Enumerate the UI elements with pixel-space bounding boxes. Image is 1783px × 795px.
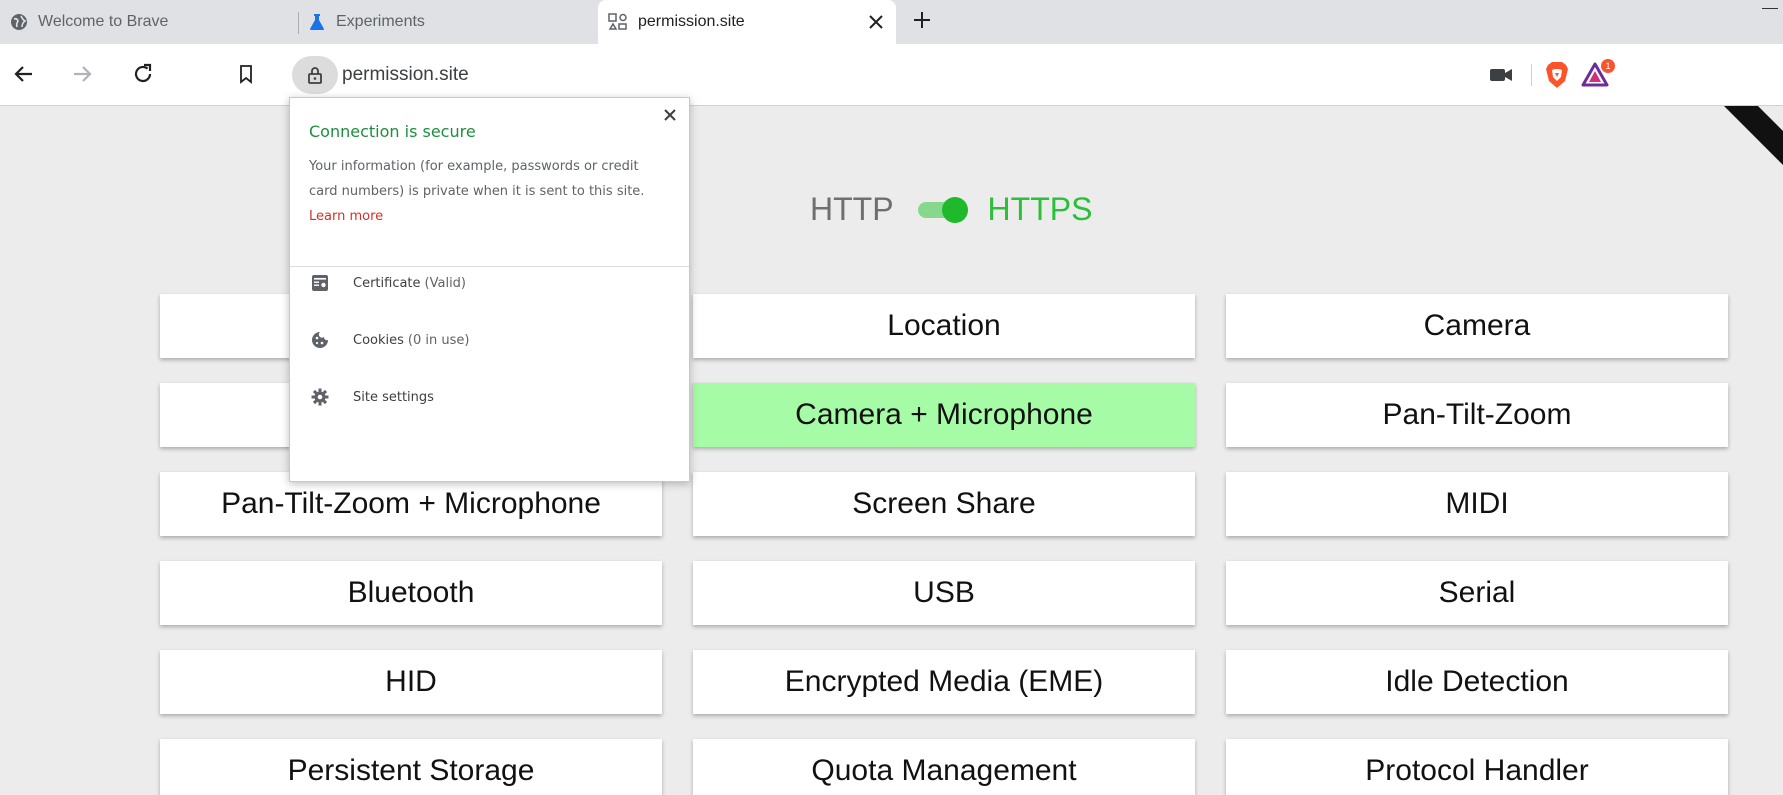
bookmark-button[interactable]: [230, 58, 262, 90]
site-info-button[interactable]: [292, 56, 338, 94]
popup-close-button[interactable]: [661, 106, 679, 124]
site-settings-label: Site settings: [353, 389, 434, 405]
cookies-row[interactable]: Cookies (0 in use): [290, 320, 689, 360]
certificate-row[interactable]: Certificate (Valid): [290, 263, 689, 303]
camera-in-use-icon[interactable]: [1488, 63, 1514, 87]
https-switch[interactable]: [917, 194, 968, 224]
learn-more-link[interactable]: Learn more: [309, 209, 383, 224]
close-icon: [869, 15, 883, 29]
certificate-icon: [310, 273, 330, 293]
tab-permission-site[interactable]: permission.site: [598, 0, 896, 44]
lock-icon: [308, 67, 322, 84]
close-icon: [664, 109, 676, 121]
browser-toolbar: permission.site 1: [0, 44, 1783, 106]
forward-button[interactable]: [66, 58, 98, 90]
plus-icon: [914, 12, 930, 28]
back-button[interactable]: [8, 58, 40, 90]
http-label: HTTP: [810, 190, 894, 227]
reload-button[interactable]: [127, 58, 159, 90]
site-icon: [608, 13, 627, 30]
permission-button-screen-share[interactable]: Screen Share: [693, 472, 1195, 536]
permission-button-serial[interactable]: Serial: [1226, 561, 1728, 625]
permission-button-hid[interactable]: HID: [160, 650, 662, 714]
gear-icon: [310, 387, 330, 407]
page-content: HTTP HTTPS Notifications Location Camera…: [0, 106, 1783, 795]
bookmark-icon: [240, 65, 252, 84]
address-bar[interactable]: permission.site 1: [288, 54, 1622, 96]
arrow-right-icon: [74, 66, 92, 82]
tab-welcome[interactable]: Welcome to Brave: [0, 0, 298, 44]
permission-button-idle-detection[interactable]: Idle Detection: [1226, 650, 1728, 714]
permission-button-persistent-storage[interactable]: Persistent Storage: [160, 739, 662, 795]
tab-title: permission.site: [638, 13, 745, 30]
new-tab-button[interactable]: [908, 6, 936, 34]
permission-button-protocol-handler[interactable]: Protocol Handler: [1226, 739, 1728, 795]
reload-icon: [134, 63, 152, 83]
cookies-count: (0 in use): [407, 332, 470, 348]
permission-button-bluetooth[interactable]: Bluetooth: [160, 561, 662, 625]
permission-button-usb[interactable]: USB: [693, 561, 1195, 625]
connection-status-title: Connection is secure: [309, 122, 476, 141]
address-bar-divider: [1531, 64, 1532, 86]
minimize-button[interactable]: [1762, 8, 1778, 9]
permission-button-eme[interactable]: Encrypted Media (EME): [693, 650, 1195, 714]
tab-strip: Welcome to Brave Experiments permission.…: [0, 0, 1783, 44]
url-text[interactable]: permission.site: [342, 54, 469, 96]
connection-description: Your information (for example, passwords…: [309, 154, 649, 229]
certificate-label: Certificate: [353, 275, 421, 291]
site-settings-row[interactable]: Site settings: [290, 377, 689, 417]
https-label: HTTPS: [987, 190, 1093, 227]
permission-button-camera-microphone[interactable]: Camera + Microphone: [693, 383, 1195, 447]
cookie-icon: [310, 330, 330, 350]
close-tab-button[interactable]: [864, 10, 888, 34]
permission-button-quota-management[interactable]: Quota Management: [693, 739, 1195, 795]
globe-icon: [11, 14, 27, 30]
permission-button-camera[interactable]: Camera: [1226, 294, 1728, 358]
flask-icon: [310, 14, 324, 30]
cookies-label: Cookies: [353, 332, 404, 348]
site-info-popup: Connection is secure Your information (f…: [289, 97, 690, 482]
rewards-badge: 1: [1601, 59, 1615, 73]
permission-button-midi[interactable]: MIDI: [1226, 472, 1728, 536]
switch-knob: [941, 197, 968, 223]
tab-title: Experiments: [336, 13, 425, 30]
certificate-status: (Valid): [424, 275, 467, 291]
tab-experiments[interactable]: Experiments: [298, 0, 596, 44]
protocol-toggle: HTTP HTTPS: [810, 184, 1092, 234]
brave-shields-icon[interactable]: [1544, 61, 1570, 89]
connection-description-text: Your information (for example, passwords…: [309, 159, 645, 199]
permission-button-location[interactable]: Location: [693, 294, 1195, 358]
permission-button-pan-tilt-zoom[interactable]: Pan-Tilt-Zoom: [1226, 383, 1728, 447]
corner-ribbon[interactable]: [1697, 106, 1783, 194]
arrow-left-icon: [14, 66, 32, 82]
tab-title: Welcome to Brave: [38, 13, 169, 30]
